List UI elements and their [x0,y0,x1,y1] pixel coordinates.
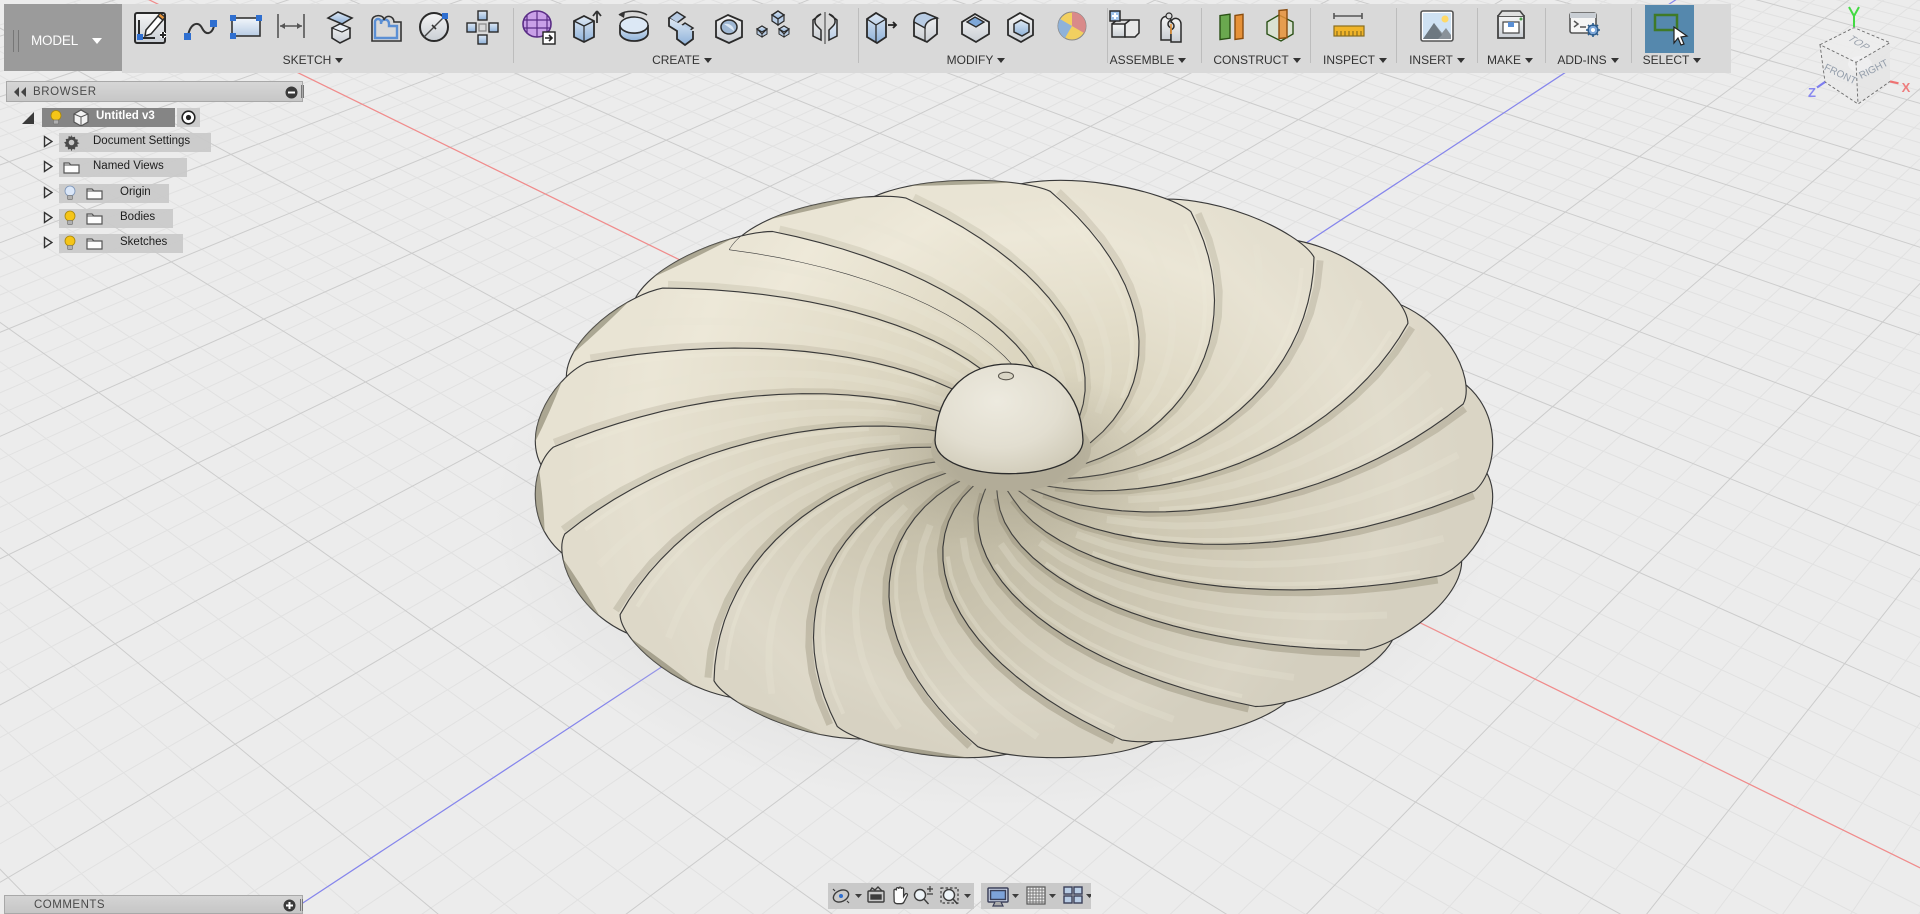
svg-text:Z: Z [1808,85,1816,100]
svg-text:X: X [1902,80,1911,95]
